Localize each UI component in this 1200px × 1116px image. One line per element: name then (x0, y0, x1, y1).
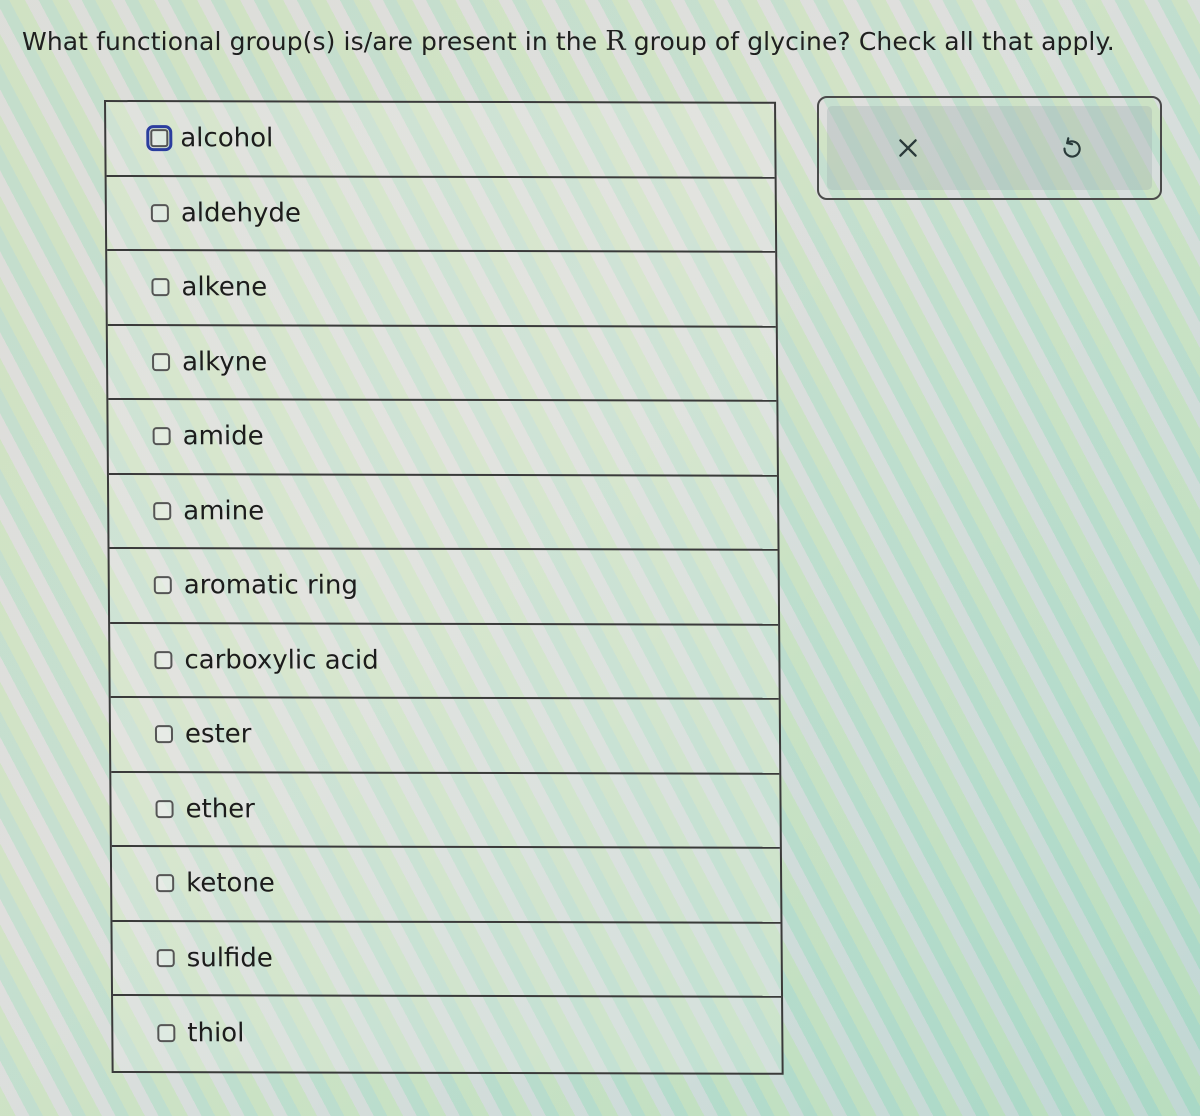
option-thiol[interactable]: thiol (113, 996, 782, 1072)
checkbox[interactable] (151, 278, 170, 297)
option-label: ketone (186, 868, 275, 899)
checkbox[interactable] (150, 203, 169, 222)
close-icon (899, 139, 918, 157)
option-label: thiol (187, 1018, 245, 1049)
r-group-symbol: R (605, 26, 626, 57)
option-aldehyde[interactable]: aldehyde (106, 176, 776, 253)
question-prefix: What functional group(s) is/are present … (22, 27, 606, 56)
option-label: aromatic ring (183, 570, 359, 601)
option-label: ester (184, 719, 252, 750)
option-alcohol[interactable]: alcohol (106, 102, 775, 179)
option-label: carboxylic acid (184, 644, 379, 676)
answer-actions (817, 96, 1162, 200)
option-label: alkyne (181, 346, 268, 378)
checkbox[interactable] (154, 725, 174, 744)
checkbox[interactable] (153, 576, 172, 595)
option-label: alkene (181, 272, 268, 303)
option-alkyne[interactable]: alkyne (107, 325, 777, 402)
option-ketone[interactable]: ketone (111, 847, 781, 924)
option-label: ether (185, 793, 256, 825)
option-label: aldehyde (180, 197, 302, 229)
option-label: sulfide (186, 942, 273, 974)
undo-icon (1063, 137, 1081, 158)
option-ester[interactable]: ester (110, 698, 780, 775)
question-text: What functional group(s) is/are present … (22, 26, 1115, 57)
option-ether[interactable]: ether (111, 772, 780, 849)
option-amide[interactable]: amide (108, 400, 777, 477)
answer-actions-inner (827, 106, 1152, 190)
option-amine[interactable]: amine (108, 474, 778, 551)
question-suffix: group of glycine? Check all that apply. (625, 27, 1115, 56)
checkbox[interactable] (152, 427, 171, 446)
clear-button[interactable] (884, 124, 932, 172)
checkbox[interactable] (146, 125, 173, 152)
option-label: amine (183, 495, 265, 527)
checkbox[interactable] (154, 650, 173, 669)
checkbox[interactable] (151, 352, 171, 371)
option-label: amide (182, 421, 264, 452)
option-aromatic-ring[interactable]: aromatic ring (109, 549, 779, 626)
option-sulfide[interactable]: sulfide (112, 921, 782, 998)
checkbox[interactable] (156, 948, 175, 967)
checkbox[interactable] (156, 874, 175, 893)
reset-button[interactable] (1047, 124, 1095, 172)
option-alkene[interactable]: alkene (107, 251, 776, 328)
checkbox[interactable] (157, 1024, 176, 1043)
option-label: alcohol (180, 123, 274, 154)
options-list: alcohol aldehyde alkene alkyne amide ami… (104, 100, 784, 1075)
checkbox[interactable] (153, 501, 172, 520)
option-carboxylic-acid[interactable]: carboxylic acid (110, 623, 779, 700)
checkbox[interactable] (155, 799, 174, 818)
